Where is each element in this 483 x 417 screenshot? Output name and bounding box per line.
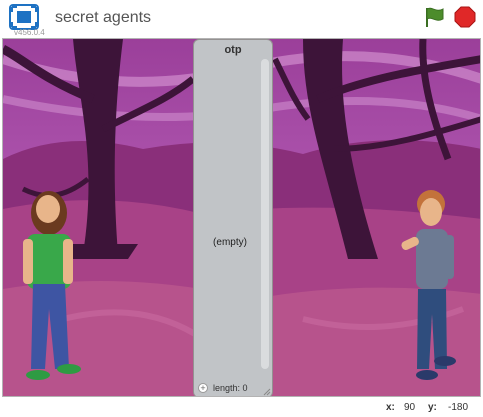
add-item-button[interactable]: + xyxy=(198,383,208,393)
version-label: v456.0.4 xyxy=(14,28,45,37)
mouse-coordinates-bar: x: 90 y: -180 xyxy=(0,397,483,417)
mouse-y-value: -180 xyxy=(448,402,469,413)
list-title: otp xyxy=(224,44,242,56)
list-scrollbar[interactable] xyxy=(261,59,269,369)
mouse-x-value: 90 xyxy=(404,402,416,413)
green-flag-icon[interactable] xyxy=(423,6,445,28)
list-length-label: length: 0 xyxy=(213,383,248,393)
list-footer: + length: 0 xyxy=(197,382,269,396)
list-empty-label: (empty) xyxy=(213,237,247,248)
stop-sign-icon[interactable] xyxy=(454,6,476,28)
mouse-y-label: y: xyxy=(428,402,437,413)
resize-handle-icon[interactable] xyxy=(263,388,271,396)
list-watcher-otp[interactable]: otp (empty) + length: 0 xyxy=(193,39,273,396)
project-title: secret agents xyxy=(55,9,152,26)
list-contents: (empty) xyxy=(197,59,263,389)
stage[interactable]: otp (empty) + length: 0 xyxy=(2,38,481,397)
stage-header: secret agents v456.0.4 xyxy=(0,0,483,38)
mouse-x-label: x: xyxy=(386,402,395,413)
fullscreen-icon[interactable] xyxy=(9,4,39,30)
